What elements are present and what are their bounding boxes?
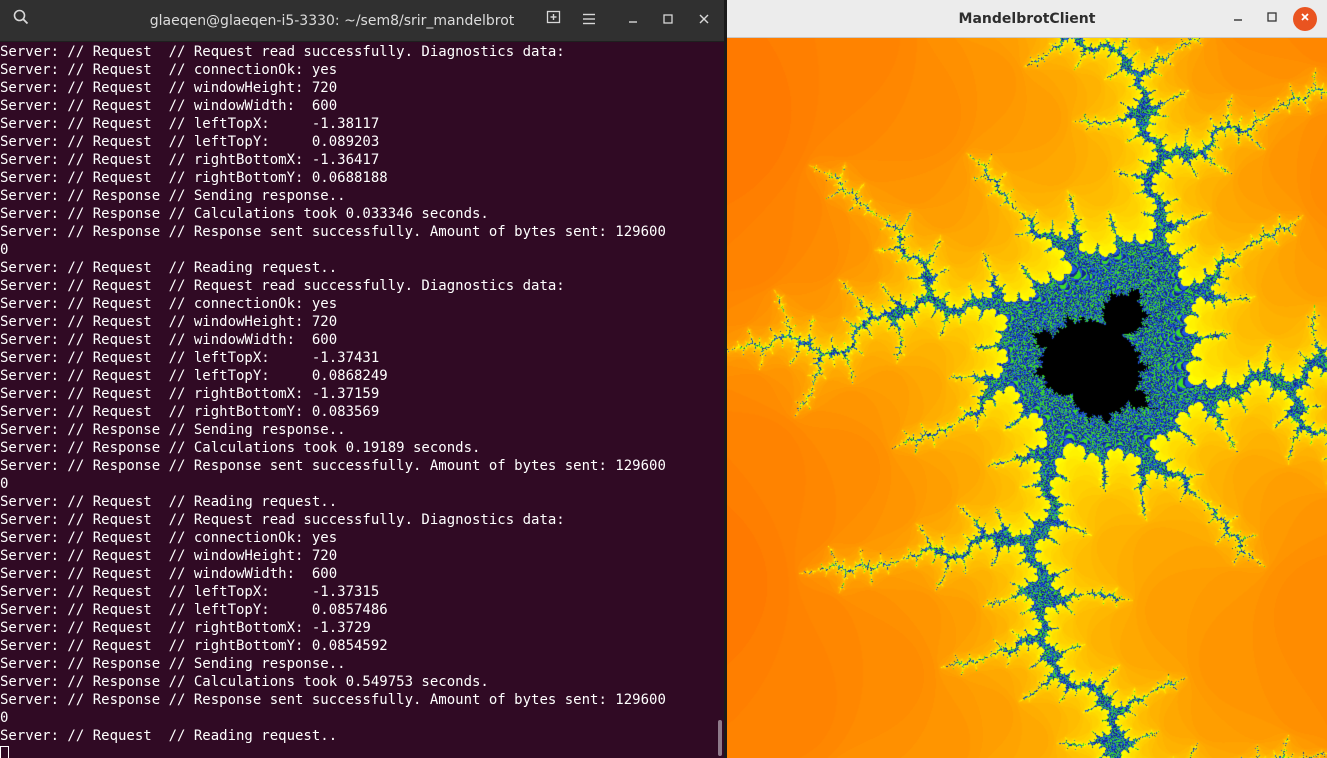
terminal-line: Server: // Request // windowHeight: 720 (0, 80, 338, 96)
terminal-line: Server: // Request // windowWidth: 600 (0, 98, 338, 114)
terminal-line: Server: // Request // Request read succe… (0, 278, 565, 294)
terminal-line: Server: // Request // Request read succe… (0, 512, 565, 528)
terminal-line: Server: // Request // rightBottomY: 0.08… (0, 638, 388, 654)
terminal-line: Server: // Request // rightBottomY: 0.06… (0, 170, 388, 186)
terminal-line: Server: // Response // Sending response.… (0, 422, 346, 438)
terminal-title: glaeqen@glaeqen-i5-3330: ~/sem8/srir_man… (149, 13, 515, 29)
terminal-scrollbar[interactable] (716, 43, 722, 758)
terminal-header-bar: glaeqen@glaeqen-i5-3330: ~/sem8/srir_man… (0, 0, 724, 42)
terminal-line: Server: // Request // connectionOk: yes (0, 296, 338, 312)
terminal-line: Server: // Request // Reading request.. (0, 494, 338, 510)
terminal-line: Server: // Request // leftTopY: 0.086824… (0, 368, 388, 384)
close-icon[interactable] (1293, 7, 1317, 31)
terminal-line: Server: // Request // rightBottomY: 0.08… (0, 404, 380, 420)
minimize-icon[interactable] (1226, 7, 1250, 31)
maximize-icon[interactable] (655, 8, 681, 34)
terminal-cursor (0, 746, 9, 758)
terminal-line: Server: // Response // Calculations took… (0, 674, 489, 690)
terminal-line: 0 (0, 242, 9, 258)
new-tab-icon[interactable] (541, 8, 567, 34)
terminal-line: 0 (0, 476, 9, 492)
terminal-line: Server: // Response // Response sent suc… (0, 224, 666, 240)
scrollbar-thumb[interactable] (718, 720, 722, 756)
terminal-line: Server: // Response // Response sent suc… (0, 692, 666, 708)
terminal-prompt-line[interactable] (0, 745, 716, 758)
terminal-line: Server: // Request // rightBottomX: -1.3… (0, 386, 380, 402)
terminal-line: Server: // Request // windowWidth: 600 (0, 332, 338, 348)
close-icon[interactable] (691, 8, 717, 34)
terminal-line: Server: // Request // windowHeight: 720 (0, 314, 338, 330)
terminal-line: Server: // Request // leftTopX: -1.38117 (0, 116, 380, 132)
minimize-icon[interactable] (620, 8, 646, 34)
terminal-line: Server: // Request // rightBottomX: -1.3… (0, 620, 371, 636)
terminal-line: Server: // Request // Reading request.. (0, 260, 338, 276)
terminal-window: glaeqen@glaeqen-i5-3330: ~/sem8/srir_man… (0, 0, 724, 758)
search-icon[interactable] (8, 8, 34, 34)
terminal-line: Server: // Request // rightBottomX: -1.3… (0, 152, 380, 168)
terminal-line: Server: // Request // connectionOk: yes (0, 530, 338, 546)
terminal-line: Server: // Response // Response sent suc… (0, 458, 666, 474)
terminal-line: 0 (0, 710, 9, 726)
terminal-line: Server: // Request // leftTopX: -1.37431 (0, 350, 380, 366)
terminal-line: Server: // Response // Calculations took… (0, 440, 481, 456)
terminal-line: Server: // Response // Calculations took… (0, 206, 489, 222)
hamburger-menu-icon[interactable] (576, 8, 602, 34)
terminal-line: Server: // Request // leftTopY: 0.089203 (0, 134, 380, 150)
terminal-line: Server: // Request // connectionOk: yes (0, 62, 338, 78)
terminal-line: Server: // Request // leftTopY: 0.085748… (0, 602, 388, 618)
terminal-output[interactable]: Server: // Request // Request read succe… (0, 43, 716, 758)
mandelbrot-header-bar: MandelbrotClient (727, 0, 1327, 38)
terminal-line: Server: // Request // windowWidth: 600 (0, 566, 338, 582)
mandelbrot-fractal-canvas[interactable] (727, 38, 1327, 758)
terminal-line: Server: // Response // Sending response.… (0, 188, 346, 204)
terminal-line: Server: // Request // windowHeight: 720 (0, 548, 338, 564)
terminal-line: Server: // Request // Reading request.. (0, 728, 338, 744)
mandelbrot-window: MandelbrotClient (727, 0, 1327, 758)
maximize-icon[interactable] (1260, 7, 1284, 31)
terminal-line: Server: // Request // Request read succe… (0, 44, 565, 60)
terminal-line: Server: // Request // leftTopX: -1.37315 (0, 584, 380, 600)
terminal-line: Server: // Response // Sending response.… (0, 656, 346, 672)
